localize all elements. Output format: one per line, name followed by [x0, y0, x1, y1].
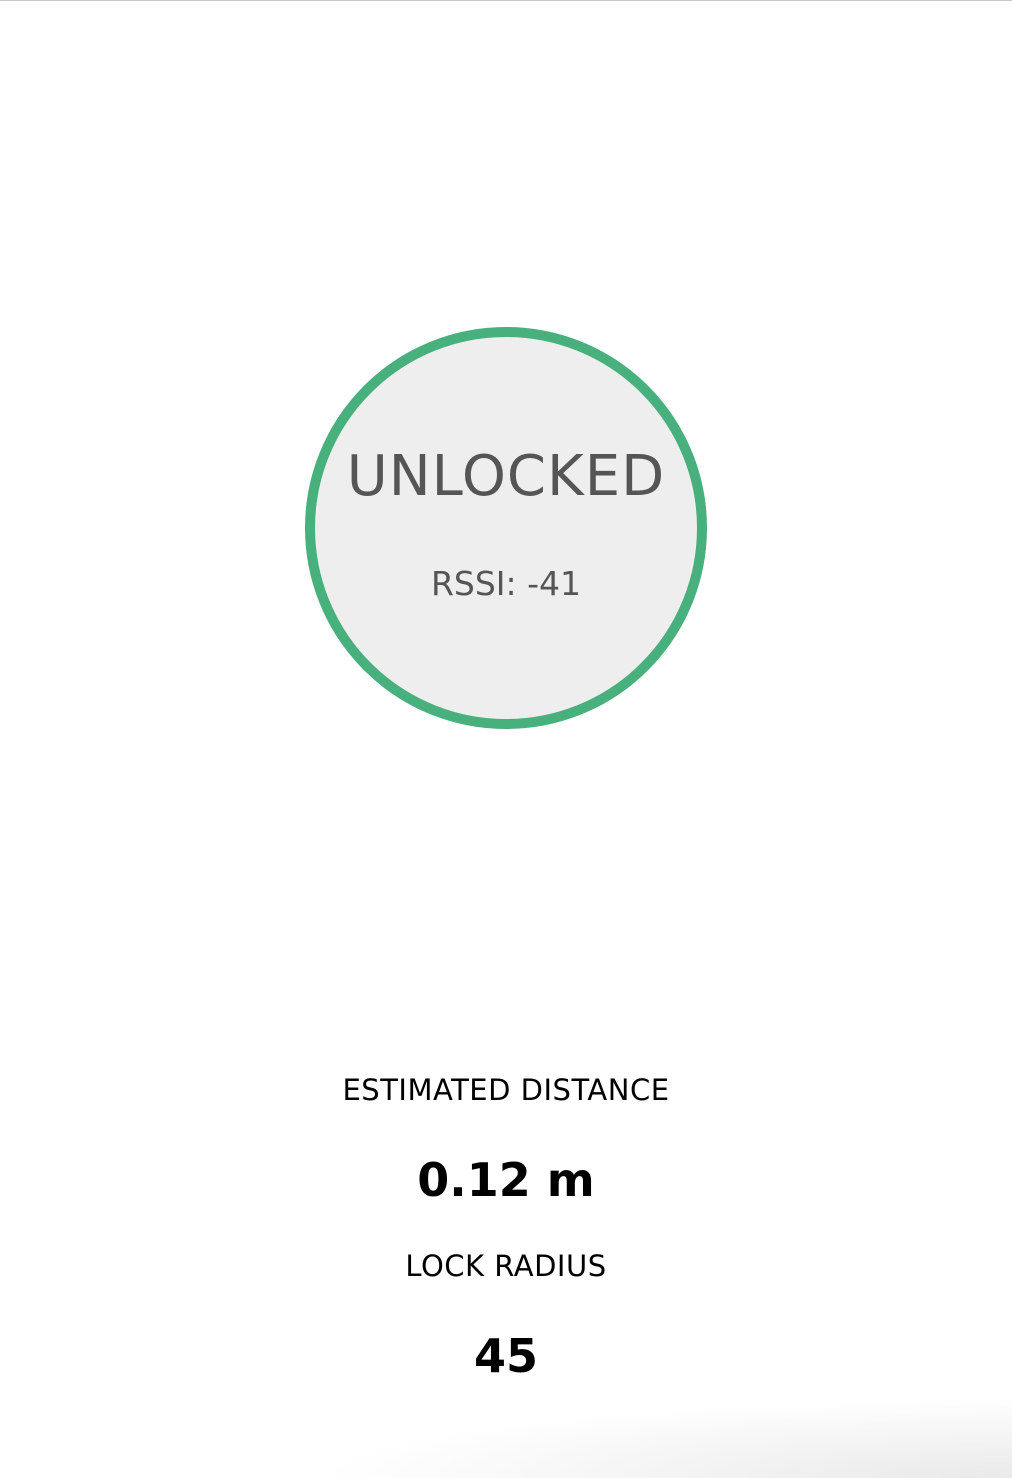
lock-radius-label: LOCK RADIUS — [405, 1249, 607, 1283]
estimated-distance-value: 0.12 m — [417, 1153, 595, 1207]
estimated-distance-label: ESTIMATED DISTANCE — [342, 1073, 670, 1107]
lock-radius-value: 45 — [473, 1329, 538, 1383]
lock-status-page: UNLOCKED RSSI: -41 ESTIMATED DISTANCE 0.… — [0, 0, 1012, 1478]
lock-status-indicator: UNLOCKED RSSI: -41 — [305, 327, 707, 729]
lock-status-label: UNLOCKED — [346, 444, 666, 509]
rssi-readout: RSSI: -41 — [430, 564, 582, 603]
corner-shadow — [312, 1398, 1012, 1478]
